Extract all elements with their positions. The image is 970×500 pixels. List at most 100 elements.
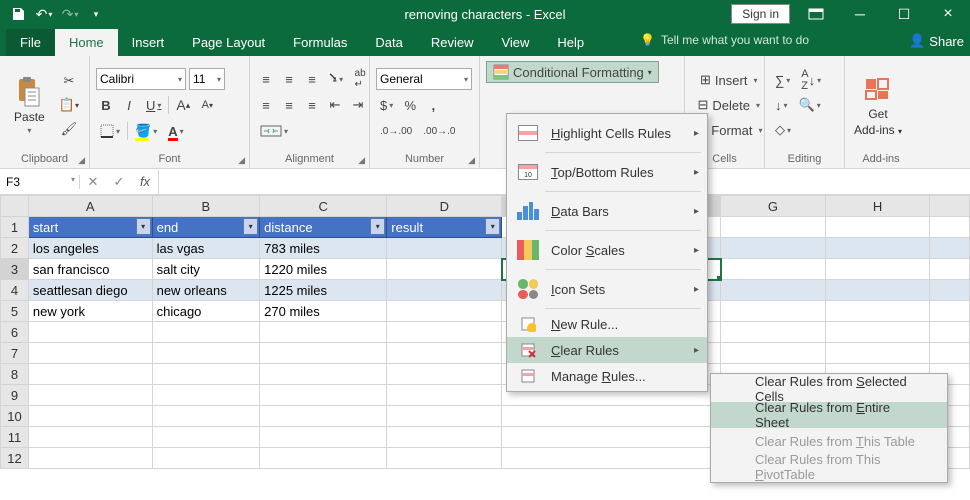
sign-in-button[interactable]: Sign in [731,4,790,24]
cut-icon[interactable]: ✂ [55,70,83,92]
tab-view[interactable]: View [487,29,543,56]
filter-icon[interactable]: ▾ [370,218,385,235]
cell[interactable] [721,280,826,301]
increase-indent-icon[interactable]: ⇥ [348,94,368,116]
comma-icon[interactable]: , [423,94,443,116]
col-header-c[interactable]: C [260,196,387,217]
font-color-icon[interactable]: A [164,120,187,142]
share-button[interactable]: 👤 Share [909,33,964,49]
fill-icon[interactable]: ↓ [771,94,792,116]
row-header[interactable]: 2 [1,238,29,259]
dialog-launcher-icon[interactable]: ◢ [238,155,245,166]
cell[interactable] [721,238,826,259]
menu-color-scales[interactable]: Color Scales [507,233,707,267]
row-header[interactable]: 11 [1,427,29,448]
copy-icon[interactable]: 📋▾ [55,94,83,116]
grow-font-icon[interactable]: A▴ [172,94,194,116]
tab-review[interactable]: Review [417,29,488,56]
cell[interactable]: las vgas [152,238,260,259]
col-header-h[interactable]: H [825,196,930,217]
align-center-icon[interactable]: ≡ [279,94,299,116]
cell[interactable]: 783 miles [260,238,387,259]
dialog-launcher-icon[interactable]: ◢ [358,155,365,166]
table-header-cell[interactable]: end▾ [152,217,260,238]
orientation-icon[interactable]: ⭸ [325,68,347,90]
menu-data-bars[interactable]: Data Bars [507,194,707,228]
tab-formulas[interactable]: Formulas [279,29,361,56]
menu-top-bottom-rules[interactable]: 10 Top/Bottom Rules [507,155,707,189]
align-right-icon[interactable]: ≡ [302,94,322,116]
cell[interactable]: new york [28,301,152,322]
cell[interactable] [930,238,970,259]
col-header-d[interactable]: D [387,196,502,217]
cell[interactable] [930,259,970,280]
cell[interactable]: salt city [152,259,260,280]
paste-button[interactable]: Paste ▾ [6,76,53,135]
save-icon[interactable] [6,2,30,26]
row-header[interactable]: 9 [1,385,29,406]
cell[interactable] [825,238,930,259]
close-icon[interactable]: × [930,1,966,27]
cell[interactable] [930,217,970,238]
cell[interactable]: los angeles [28,238,152,259]
tab-data[interactable]: Data [361,29,416,56]
row-header[interactable]: 8 [1,364,29,385]
row-header[interactable]: 1 [1,217,29,238]
menu-clear-entire-sheet[interactable]: Clear Rules from Entire Sheet [711,402,947,428]
dialog-launcher-icon[interactable]: ◢ [78,155,85,166]
wrap-text-icon[interactable]: ab↵ [350,68,370,90]
decrease-decimal-icon[interactable]: .00→.0 [419,120,459,142]
find-select-icon[interactable]: 🔍 [795,94,825,116]
tab-page-layout[interactable]: Page Layout [178,29,279,56]
select-all-corner[interactable] [1,196,29,217]
cell[interactable] [825,280,930,301]
fill-color-icon[interactable]: 🪣 [131,120,161,142]
tab-file[interactable]: File [6,29,55,56]
currency-icon[interactable]: $ [376,94,397,116]
align-left-icon[interactable]: ≡ [256,94,276,116]
bold-button[interactable]: B [96,94,116,116]
conditional-formatting-button[interactable]: Conditional Formatting ▾ [486,61,659,83]
font-name-combo[interactable]: Calibri [96,68,186,90]
cell[interactable]: 1225 miles [260,280,387,301]
filter-icon[interactable]: ▾ [136,218,151,235]
get-addins-button[interactable]: Get Add-ins ▾ [851,73,905,137]
qat-customize-icon[interactable]: ▾ [84,2,108,26]
cell[interactable] [721,217,826,238]
cell[interactable] [721,259,826,280]
cell[interactable]: san francisco [28,259,152,280]
cell[interactable]: new orleans [152,280,260,301]
cell[interactable] [930,301,970,322]
ribbon-display-icon[interactable] [798,1,834,27]
menu-manage-rules[interactable]: Manage Rules... [507,363,707,389]
number-format-combo[interactable]: General [376,68,472,90]
cell[interactable] [387,301,502,322]
row-header[interactable]: 12 [1,448,29,469]
cell[interactable]: 1220 miles [260,259,387,280]
underline-button[interactable]: U [142,94,165,116]
sort-filter-icon[interactable]: AZ↓ [797,69,825,91]
tab-insert[interactable]: Insert [118,29,179,56]
menu-clear-rules[interactable]: Clear Rules [507,337,707,363]
align-middle-icon[interactable]: ≡ [279,68,299,90]
row-header[interactable]: 4 [1,280,29,301]
cell[interactable] [825,259,930,280]
col-header-extra[interactable] [930,196,970,217]
cell[interactable] [825,217,930,238]
enter-formula-icon[interactable]: ✓ [106,170,132,194]
cell[interactable] [825,301,930,322]
col-header-a[interactable]: A [28,196,152,217]
menu-icon-sets[interactable]: Icon Sets [507,272,707,306]
minimize-icon[interactable]: ─ [842,1,878,27]
cell[interactable]: chicago [152,301,260,322]
increase-decimal-icon[interactable]: .0→.00 [376,120,416,142]
table-header-cell[interactable]: result▾ [387,217,502,238]
cancel-formula-icon[interactable]: ✕ [80,170,106,194]
menu-highlight-rules[interactable]: Highlight Cells Rules [507,116,707,150]
clear-icon[interactable]: ◇ [771,119,795,141]
cell[interactable]: 270 miles [260,301,387,322]
autosum-icon[interactable]: ∑ [771,69,794,91]
cell[interactable] [721,301,826,322]
align-top-icon[interactable]: ≡ [256,68,276,90]
redo-icon[interactable]: ↷▾ [58,2,82,26]
